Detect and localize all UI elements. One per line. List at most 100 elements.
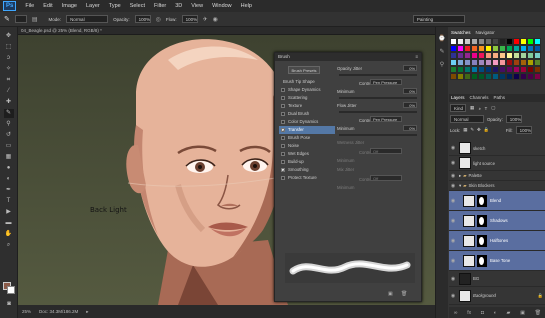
color-swatch[interactable] xyxy=(471,45,478,52)
move-tool-icon[interactable]: ✥ xyxy=(4,32,14,41)
menu-layer[interactable]: Layer xyxy=(86,3,100,9)
hand-tool-icon[interactable]: ✋ xyxy=(4,230,14,239)
layer-row[interactable]: ◉ light source xyxy=(449,156,545,171)
brush-setting-transfer[interactable]: ✓ Transfer xyxy=(279,126,335,134)
brush-setting-noise[interactable]: Noise xyxy=(279,142,335,150)
layer-row[interactable]: ◉ Base Tone xyxy=(449,251,545,271)
dodge-tool-icon[interactable]: ◐ xyxy=(4,175,14,184)
checkbox-checked[interactable]: ✓ xyxy=(281,168,285,173)
color-swatch[interactable] xyxy=(527,38,534,45)
color-swatch[interactable] xyxy=(506,38,513,45)
brush-setting-brush-pose[interactable]: Brush Pose xyxy=(279,134,335,142)
shape-tool-icon[interactable]: ▬ xyxy=(4,219,14,228)
color-swatch[interactable] xyxy=(464,38,471,45)
color-swatch[interactable] xyxy=(527,73,534,80)
color-swatch[interactable] xyxy=(534,38,541,45)
color-swatch[interactable] xyxy=(450,66,457,73)
menu-help[interactable]: Help xyxy=(241,3,252,9)
opacity-jitter-value[interactable]: 0% xyxy=(403,65,417,71)
color-swatch[interactable] xyxy=(471,38,478,45)
checkbox[interactable] xyxy=(281,160,285,164)
lock-paint-icon[interactable]: ✎ xyxy=(470,127,474,133)
eye-icon[interactable]: ◉ xyxy=(449,173,457,179)
minimum-value-1[interactable]: 0% xyxy=(403,88,417,94)
brush-tool-icon[interactable]: ✎ xyxy=(4,15,10,23)
color-swatch[interactable] xyxy=(499,52,506,59)
brush-setting-protect-texture[interactable]: Protect Texture xyxy=(279,174,335,182)
color-swatch[interactable] xyxy=(457,38,464,45)
color-swatch[interactable] xyxy=(464,45,471,52)
layer-blend-mode[interactable]: Normal xyxy=(450,115,484,123)
color-swatch[interactable] xyxy=(534,73,541,80)
color-swatch[interactable] xyxy=(492,73,499,80)
color-swatch[interactable] xyxy=(499,59,506,66)
color-swatch[interactable] xyxy=(485,38,492,45)
color-swatch[interactable] xyxy=(485,45,492,52)
path-select-tool-icon[interactable]: ▶ xyxy=(4,208,14,217)
delete-layer-icon[interactable]: 🗑 xyxy=(535,310,541,316)
checkbox[interactable] xyxy=(281,88,285,92)
layer-opacity-value[interactable]: 100% xyxy=(505,115,522,123)
eye-icon[interactable]: ◉ xyxy=(449,183,457,189)
brush-tool-icon-active[interactable]: ✎ xyxy=(3,109,14,118)
menu-image[interactable]: Image xyxy=(62,3,77,9)
menu-window[interactable]: Window xyxy=(212,3,232,9)
color-swatch[interactable] xyxy=(520,59,527,66)
brush-setting-brush-tip-shape[interactable]: Brush Tip Shape xyxy=(279,78,335,86)
minimum-value-2[interactable]: 0% xyxy=(403,125,417,131)
brush-panel-toggle-icon[interactable]: ▤ xyxy=(32,16,38,23)
new-group-icon[interactable]: ▰ xyxy=(507,310,511,316)
color-swatch[interactable] xyxy=(527,59,534,66)
background-color-swatch[interactable] xyxy=(7,286,15,294)
document-tab[interactable]: 04_Beagle.psd @ 25% (Blend, RGB/8) * xyxy=(18,27,435,35)
checkbox-checked[interactable]: ✓ xyxy=(281,128,285,133)
color-swatch[interactable] xyxy=(485,66,492,73)
eye-icon[interactable]: ◉ xyxy=(449,293,457,299)
eye-icon[interactable]: ◉ xyxy=(449,218,457,224)
color-swatch[interactable] xyxy=(520,73,527,80)
group-row[interactable]: ◉ ▾ ▰ Skin Blockers xyxy=(449,181,545,191)
eraser-tool-icon[interactable]: ▭ xyxy=(4,142,14,151)
filter-shape-icon[interactable]: ▢ xyxy=(491,105,495,111)
control-dropdown-4[interactable]: Off xyxy=(370,175,402,181)
link-layers-icon[interactable]: ∞ xyxy=(454,310,458,316)
eye-icon[interactable]: ◉ xyxy=(449,276,457,282)
color-swatch[interactable] xyxy=(457,73,464,80)
checkbox[interactable] xyxy=(281,120,285,124)
color-swatch[interactable] xyxy=(450,73,457,80)
layer-row[interactable]: ◉ Shadows xyxy=(449,211,545,231)
eye-icon[interactable]: ◉ xyxy=(449,258,457,264)
opacity-jitter-slider[interactable] xyxy=(339,74,417,76)
layer-mask-thumbnail[interactable] xyxy=(477,214,487,227)
tab-channels[interactable]: Channels xyxy=(470,94,489,102)
marquee-tool-icon[interactable]: ⬚ xyxy=(4,43,14,52)
color-swatch[interactable] xyxy=(506,66,513,73)
clone-stamp-tool-icon[interactable]: ⚲ xyxy=(4,120,14,129)
zoom-level[interactable]: 25% xyxy=(22,309,31,314)
color-swatch[interactable] xyxy=(464,66,471,73)
color-swatch[interactable] xyxy=(478,59,485,66)
brush-setting-texture[interactable]: Texture xyxy=(279,102,335,110)
color-swatch[interactable] xyxy=(520,38,527,45)
quick-select-tool-icon[interactable]: ✧ xyxy=(4,65,14,74)
tab-swatches[interactable]: Swatches xyxy=(451,29,471,37)
opacity-field[interactable]: 100% xyxy=(134,15,151,23)
color-swatch[interactable] xyxy=(534,45,541,52)
layer-mask-thumbnail[interactable] xyxy=(477,194,487,207)
eye-icon[interactable]: ◉ xyxy=(449,160,457,166)
clone-source-icon[interactable]: ⚲ xyxy=(436,61,448,68)
flow-field[interactable]: 100% xyxy=(181,15,198,23)
color-swatch[interactable] xyxy=(506,45,513,52)
airbrush-icon[interactable]: ✈ xyxy=(203,16,208,23)
color-swatch[interactable] xyxy=(485,73,492,80)
color-swatch[interactable] xyxy=(478,38,485,45)
mode-dropdown[interactable]: Normal xyxy=(66,15,109,23)
color-swatch[interactable] xyxy=(499,73,506,80)
color-swatch[interactable] xyxy=(513,66,520,73)
checkbox[interactable] xyxy=(281,112,285,116)
control-dropdown-2[interactable]: Pen Pressure xyxy=(370,116,402,122)
color-swatch[interactable] xyxy=(478,52,485,59)
color-swatch[interactable] xyxy=(457,52,464,59)
color-swatch[interactable] xyxy=(520,66,527,73)
pen-tool-icon[interactable]: ✒ xyxy=(4,186,14,195)
